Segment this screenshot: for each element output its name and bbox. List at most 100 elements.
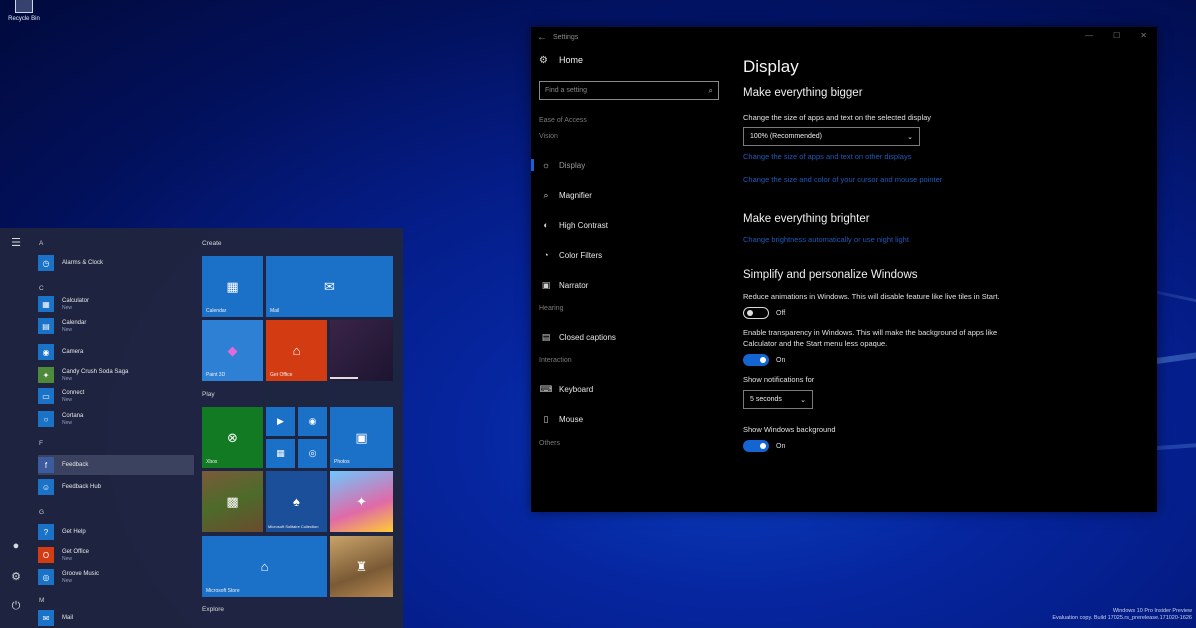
- home-nav-item[interactable]: ⚙ Home: [531, 47, 727, 73]
- maximize-icon[interactable]: ☐: [1113, 31, 1120, 40]
- toggle-state-label: Off: [776, 309, 786, 317]
- power-icon[interactable]: ⏻: [8, 600, 24, 613]
- sidebar-item-label: Keyboard: [559, 384, 594, 394]
- mail-icon: ✉: [38, 610, 54, 626]
- hamburger-menu-icon[interactable]: ☰: [8, 236, 24, 249]
- toggle-switch-off[interactable]: [743, 307, 769, 319]
- sidebar-item-high-contrast[interactable]: ◐ High Contrast: [531, 216, 727, 234]
- sidebar-item-color-filters[interactable]: ◔ Color Filters: [531, 246, 727, 264]
- tile-xbox[interactable]: ⊗ Xbox: [202, 407, 263, 468]
- tile-mail[interactable]: ✉ Mail: [266, 256, 393, 317]
- list-item-get-office[interactable]: O Get Office New: [38, 545, 194, 565]
- animations-toggle[interactable]: Off: [743, 307, 1143, 319]
- list-item-candy-crush[interactable]: ✦ Candy Crush Soda Saga New: [38, 365, 194, 385]
- list-item-feedback[interactable]: f Feedback: [38, 455, 194, 475]
- sidebar-item-display[interactable]: ☼ Display: [531, 156, 727, 174]
- calendar-icon: ▤: [38, 318, 54, 334]
- list-item-get-help[interactable]: ? Get Help: [38, 522, 194, 542]
- sidebar-item-label: Closed captions: [559, 332, 616, 342]
- tile-game-image[interactable]: ♜: [330, 536, 393, 597]
- list-item-calculator[interactable]: ▦ Calculator New: [38, 294, 194, 314]
- list-item-cortana[interactable]: ○ Cortana New: [38, 409, 194, 429]
- recycle-bin-icon: [15, 0, 33, 13]
- tile-groove[interactable]: ◉: [298, 407, 327, 436]
- toggle-switch-on[interactable]: [743, 354, 769, 366]
- transparency-toggle[interactable]: On: [743, 354, 1143, 366]
- close-icon[interactable]: ✕: [1140, 31, 1147, 40]
- windows-background-toggle[interactable]: On: [743, 440, 1143, 452]
- dropdown-value: 100% (Recommended): [750, 133, 822, 140]
- letter-header-c[interactable]: C: [39, 285, 44, 292]
- tile-calculator[interactable]: ▦: [266, 439, 295, 468]
- sidebar-item-label: High Contrast: [559, 220, 608, 230]
- tile-movies[interactable]: ▶: [266, 407, 295, 436]
- tile-live-image[interactable]: [330, 320, 393, 381]
- list-item-alarms[interactable]: ◷ Alarms & Clock: [38, 253, 194, 273]
- search-input[interactable]: Find a setting ⌕: [539, 81, 719, 100]
- tile-camera[interactable]: ◎: [298, 439, 327, 468]
- minecraft-icon: ▩: [226, 493, 239, 509]
- list-item-groove-music[interactable]: ◎ Groove Music New: [38, 567, 194, 587]
- text-size-dropdown[interactable]: 100% (Recommended) ⌄: [743, 127, 920, 146]
- group-header-play[interactable]: Play: [202, 391, 215, 398]
- sidebar-item-mouse[interactable]: ▯ Mouse: [531, 410, 727, 428]
- xbox-icon: ⊗: [227, 429, 238, 445]
- toggle-switch-on[interactable]: [743, 440, 769, 452]
- letter-header-m[interactable]: M: [39, 597, 44, 604]
- sidebar-item-label: Display: [559, 160, 586, 170]
- tile-solitaire[interactable]: ♠ Microsoft Solitaire Collection: [266, 471, 327, 532]
- title-bar: ← Settings — ☐ ✕: [531, 27, 1157, 47]
- tile-paint-3d[interactable]: ◆ Paint 3D: [202, 320, 263, 381]
- group-header-explore[interactable]: Explore: [202, 606, 224, 613]
- tile-minecraft[interactable]: ▩: [202, 471, 263, 532]
- recycle-bin-desktop-icon[interactable]: Recycle Bin: [4, 0, 44, 22]
- calendar-icon: ▦: [226, 278, 239, 294]
- notifications-duration-dropdown[interactable]: 5 seconds ⌄: [743, 390, 813, 409]
- other-displays-link[interactable]: Change the size of apps and text on othe…: [743, 152, 1143, 161]
- letter-header-f[interactable]: F: [39, 440, 43, 447]
- user-avatar-icon[interactable]: ●: [8, 540, 24, 552]
- window-controls: — ☐ ✕: [1085, 31, 1147, 40]
- build-watermark: Windows 10 Pro Insider Preview Evaluatio…: [1052, 608, 1192, 622]
- calculator-icon: ▦: [38, 296, 54, 312]
- cursor-pointer-link[interactable]: Change the size and color of your cursor…: [743, 175, 1143, 184]
- list-item-calendar[interactable]: ▤ Calendar New: [38, 316, 194, 336]
- letter-header-g[interactable]: G: [39, 509, 44, 516]
- sidebar-item-magnifier[interactable]: ⌕ Magnifier: [531, 186, 727, 204]
- tile-microsoft-store[interactable]: ⌂ Microsoft Store: [202, 536, 327, 597]
- tile-photos[interactable]: ▣ Photos: [330, 407, 393, 468]
- settings-gear-icon[interactable]: ⚙: [8, 570, 24, 583]
- letter-header-a[interactable]: A: [39, 240, 43, 247]
- sidebar-item-keyboard[interactable]: ⌨ Keyboard: [531, 380, 727, 398]
- list-item-feedback-hub[interactable]: ☺ Feedback Hub: [38, 477, 194, 497]
- feedback-hub-icon: ☺: [38, 479, 54, 495]
- keyboard-icon: ⌨: [539, 383, 553, 394]
- sidebar-item-label: Narrator: [559, 280, 589, 290]
- tile-get-office[interactable]: ⌂ Get Office: [266, 320, 327, 381]
- tile-calendar[interactable]: ▦ Calendar: [202, 256, 263, 317]
- simplify-heading: Simplify and personalize Windows: [743, 269, 918, 281]
- minimize-icon[interactable]: —: [1085, 31, 1093, 40]
- brightness-link[interactable]: Change brightness automatically or use n…: [743, 235, 1143, 244]
- sidebar-item-narrator[interactable]: ▣ Narrator: [531, 276, 727, 294]
- chevron-down-icon: ⌄: [907, 133, 913, 141]
- group-header-create[interactable]: Create: [202, 240, 222, 247]
- connect-icon: ▭: [38, 388, 54, 404]
- recycle-bin-label: Recycle Bin: [8, 16, 40, 22]
- page-title: Display: [743, 57, 799, 76]
- candy-crush-icon: ✦: [38, 367, 54, 383]
- sidebar-item-closed-captions[interactable]: ▤ Closed captions: [531, 328, 727, 346]
- tile-candy-crush[interactable]: ✦: [330, 471, 393, 532]
- display-icon: ☼: [541, 160, 551, 170]
- start-rail: ☰ ● ⚙ ⏻: [0, 228, 32, 628]
- mouse-icon: ▯: [543, 413, 549, 424]
- tile-progress-bar: [330, 377, 358, 379]
- shopping-bag-icon: ⌂: [260, 559, 269, 574]
- list-item-camera[interactable]: ◉ Camera: [38, 342, 194, 362]
- list-item-mail[interactable]: ✉ Mail: [38, 608, 194, 628]
- settings-window: ← Settings — ☐ ✕ ⚙ Home Find a setting ⌕…: [531, 27, 1157, 512]
- back-arrow-icon[interactable]: ←: [531, 32, 553, 43]
- home-label: Home: [559, 55, 584, 65]
- list-item-connect[interactable]: ▭ Connect New: [38, 386, 194, 406]
- sidebar-item-label: Magnifier: [559, 190, 592, 200]
